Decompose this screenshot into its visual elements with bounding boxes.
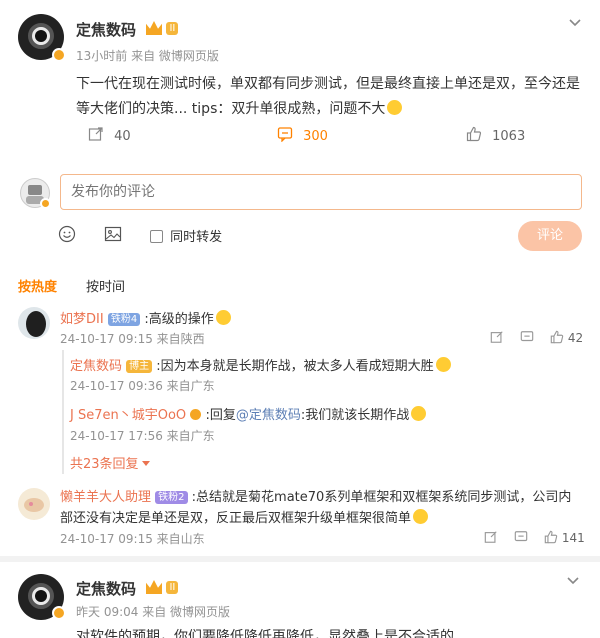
- chevron-down-icon[interactable]: [566, 574, 580, 590]
- post-text: 下一代在现在测试时候，单双都有同步测试，但是最终直接上单还是双，至今还是等大佬们…: [76, 76, 580, 117]
- comment-like-count: 42: [567, 331, 584, 345]
- comment-count: 300: [303, 128, 328, 144]
- smile-emoji-icon: [411, 406, 427, 421]
- vip-level: II: [166, 580, 179, 594]
- checkbox-icon[interactable]: [150, 230, 163, 243]
- commenter-name[interactable]: 如梦DII: [60, 312, 104, 327]
- image-upload-icon[interactable]: [104, 225, 122, 247]
- author-name[interactable]: 定焦数码: [76, 578, 136, 599]
- reply-line: J Se7en丶城宇OoO :回复@定焦数码:我们就该长期作战: [70, 404, 427, 423]
- smile-emoji-icon: [215, 310, 231, 325]
- mention-link[interactable]: @定焦数码: [236, 408, 301, 423]
- share-button[interactable]: 40: [88, 126, 131, 146]
- author-tag: 博主: [126, 360, 153, 373]
- comment-reply-icon[interactable]: [520, 330, 534, 348]
- verified-badge-icon: [52, 606, 66, 620]
- comment-icon: [277, 126, 293, 146]
- commenter-name[interactable]: 懒羊羊大人助理: [60, 490, 151, 505]
- comment-like-button[interactable]: 42: [550, 330, 583, 347]
- like-count: 1063: [492, 128, 526, 144]
- reply-line: 定焦数码 博主 :因为本身就是长期作战，被太多人看成短期大胜: [70, 355, 451, 374]
- submit-comment-button[interactable]: 评论: [518, 221, 582, 251]
- comment-share-icon[interactable]: [484, 530, 498, 548]
- comment-reply-icon[interactable]: [514, 530, 528, 548]
- repost-checkbox[interactable]: 同时转发: [150, 226, 222, 245]
- smile-emoji-icon: [413, 509, 429, 524]
- smile-emoji-icon: [435, 357, 451, 372]
- vip-badge: II: [146, 579, 179, 595]
- comment-like-icon: [550, 330, 564, 347]
- like-button[interactable]: 1063: [466, 126, 525, 146]
- post-meta: 昨天 09:04 来自 微博网页版: [76, 605, 231, 619]
- comment-body: 懒羊羊大人助理 铁粉2 :总结就是菊花mate70系列单框架和双框架系统同步测试…: [60, 487, 580, 529]
- vip-badge: II: [146, 20, 179, 36]
- more-replies-link[interactable]: 共23条回复: [70, 453, 150, 472]
- fan-level-badge: 铁粉4: [107, 313, 141, 326]
- comment-meta: 24-10-17 09:15 来自山东: [60, 532, 205, 546]
- feed-divider: [0, 556, 600, 562]
- author-name[interactable]: 定焦数码: [76, 19, 136, 40]
- reply-author[interactable]: J Se7en丶城宇OoO: [70, 408, 186, 423]
- comment-like-icon: [544, 530, 558, 547]
- tab-sort-time[interactable]: 按时间: [86, 276, 125, 295]
- comment-button[interactable]: 300: [277, 126, 328, 146]
- crown-icon: [146, 21, 162, 35]
- fan-level-badge: 铁粉2: [155, 491, 188, 504]
- verified-icon: [190, 409, 202, 420]
- reply-text: :我们就该长期作战: [300, 408, 410, 423]
- comment-like-count: 141: [561, 531, 585, 545]
- reply-meta: 24-10-17 17:56 来自广东: [70, 429, 215, 443]
- comment-input[interactable]: [60, 174, 582, 210]
- reply-thread-bar: [62, 350, 64, 474]
- repost-label: 同时转发: [170, 230, 223, 245]
- comment-meta: 24-10-17 09:15 来自陕西: [60, 332, 205, 346]
- chevron-down-icon[interactable]: [568, 16, 582, 32]
- tab-sort-hot[interactable]: 按热度: [18, 276, 57, 295]
- commenter-avatar[interactable]: [18, 307, 50, 339]
- emoji-picker-icon[interactable]: [58, 225, 76, 247]
- verified-badge-icon: [52, 48, 66, 62]
- comment-share-icon[interactable]: [490, 330, 504, 348]
- commenter-avatar[interactable]: [18, 488, 50, 520]
- reply-meta: 24-10-17 09:36 来自广东: [70, 379, 215, 393]
- thumbs-up-icon: [466, 126, 482, 146]
- my-verified-icon: [40, 198, 51, 209]
- reply-author[interactable]: 定焦数码: [70, 359, 122, 374]
- comment-line: 如梦DII 铁粉4 :高级的操作: [60, 308, 231, 327]
- share-icon: [88, 126, 104, 146]
- comment-text: :高级的操作: [144, 312, 214, 327]
- vip-level: II: [166, 21, 179, 35]
- post-meta: 13小时前 来自 微博网页版: [76, 49, 219, 63]
- grin-emoji-icon: [387, 100, 403, 115]
- share-count: 40: [114, 128, 131, 144]
- reply-prefix: :回复: [205, 408, 236, 423]
- post-text: 对软件的预期，你们要降低降低再降低，显然叠上是不合适的: [76, 629, 454, 638]
- comment-like-button[interactable]: 141: [544, 530, 585, 547]
- reply-text: :因为本身就是长期作战，被太多人看成短期大胜: [156, 359, 434, 374]
- caret-down-icon: [141, 461, 150, 466]
- crown-icon: [146, 580, 162, 594]
